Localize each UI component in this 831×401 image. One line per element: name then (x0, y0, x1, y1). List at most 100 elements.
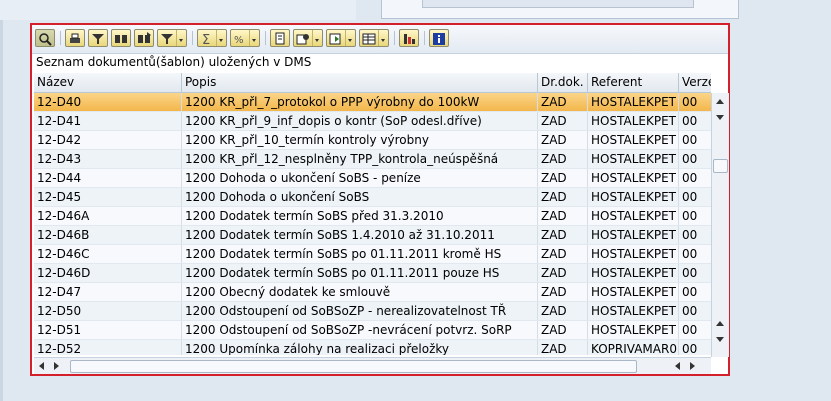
cell-drdok[interactable]: ZAD (538, 340, 588, 355)
cell-verze[interactable]: 00 (679, 169, 711, 187)
cell-referent[interactable]: HOSTALEKPET (588, 188, 679, 206)
cell-drdok[interactable]: ZAD (538, 226, 588, 244)
find-next-button[interactable] (134, 29, 154, 47)
cell-referent[interactable]: HOSTALEKPET (588, 283, 679, 301)
table-row[interactable]: 12-D40 1200 KR_přl_7_protokol o PPP výrob… (34, 93, 711, 112)
cell-verze[interactable]: 00 (679, 188, 711, 206)
cell-nazev[interactable]: 12-D51 (34, 321, 182, 339)
scroll-thumb[interactable] (713, 159, 728, 173)
cell-popis[interactable]: 1200 Upomínka zálohy na realizaci přelož… (182, 340, 538, 355)
scroll-down-icon[interactable] (716, 115, 724, 120)
scroll-thumb-horizontal[interactable] (70, 360, 637, 373)
table-row[interactable]: 12-D52 1200 Upomínka zálohy na realizaci … (34, 340, 711, 355)
cell-referent[interactable]: HOSTALEKPET (588, 169, 679, 187)
table-row[interactable]: 12-D43 1200 KR_přl_12_nesplněny TPP_kontr… (34, 150, 711, 169)
cell-drdok[interactable]: ZAD (538, 302, 588, 320)
cell-referent[interactable]: HOSTALEKPET (588, 302, 679, 320)
scroll-right-icon[interactable] (54, 362, 59, 370)
cell-popis[interactable]: 1200 Dodatek termín SoBS 1.4.2010 až 31.… (182, 226, 538, 244)
filter-button[interactable] (88, 29, 108, 47)
cell-drdok[interactable]: ZAD (538, 150, 588, 168)
cell-referent[interactable]: HOSTALEKPET (588, 226, 679, 244)
cell-verze[interactable]: 00 (679, 302, 711, 320)
cell-drdok[interactable]: ZAD (538, 283, 588, 301)
cell-verze[interactable]: 00 (679, 150, 711, 168)
cell-drdok[interactable]: ZAD (538, 131, 588, 149)
cell-verze[interactable]: 00 (679, 112, 711, 130)
cell-popis[interactable]: 1200 Dohoda o ukončení SoBS - peníze (182, 169, 538, 187)
cell-popis[interactable]: 1200 KR_přl_9_inf_dopis o kontr (SoP ode… (182, 112, 538, 130)
cell-referent[interactable]: HOSTALEKPET (588, 207, 679, 225)
sum-button[interactable]: Σ (197, 29, 227, 47)
table-row[interactable]: 12-D47 1200 Obecný dodatek ke smlouvě ZAD H… (34, 283, 711, 302)
cell-nazev[interactable]: 12-D46B (34, 226, 182, 244)
cell-popis[interactable]: 1200 Dodatek termín SoBS po 01.11.2011 p… (182, 264, 538, 282)
table-row[interactable]: 12-D46B 1200 Dodatek termín SoBS 1.4.2010… (34, 226, 711, 245)
cell-nazev[interactable]: 12-D46C (34, 245, 182, 263)
cell-nazev[interactable]: 12-D50 (34, 302, 182, 320)
cell-drdok[interactable]: ZAD (538, 188, 588, 206)
cell-verze[interactable]: 00 (679, 207, 711, 225)
scroll-right-end-icon[interactable] (690, 362, 695, 370)
top-right-scrollbar[interactable] (422, 0, 694, 8)
table-row[interactable]: 12-D46A 1200 Dodatek termín SoBS před 31.… (34, 207, 711, 226)
table-row[interactable]: 12-D50 1200 Odstoupení od SoBSoZP - nerea… (34, 302, 711, 321)
cell-nazev[interactable]: 12-D46A (34, 207, 182, 225)
cell-popis[interactable]: 1200 Dodatek termín SoBS před 31.3.2010 (182, 207, 538, 225)
cell-verze[interactable]: 00 (679, 93, 711, 111)
cell-nazev[interactable]: 12-D43 (34, 150, 182, 168)
cell-verze[interactable]: 00 (679, 131, 711, 149)
cell-referent[interactable]: HOSTALEKPET (588, 321, 679, 339)
cell-nazev[interactable]: 12-D52 (34, 340, 182, 355)
cell-nazev[interactable]: 12-D46D (34, 264, 182, 282)
table-row[interactable]: 12-D51 1200 Odstoupení od SoBSoZP -nevrác… (34, 321, 711, 340)
column-header-verze[interactable]: Verze (679, 73, 711, 92)
table-row[interactable]: 12-D44 1200 Dohoda o ukončení SoBS - pení… (34, 169, 711, 188)
column-header-popis[interactable]: Popis (182, 73, 538, 92)
scroll-up-icon[interactable] (716, 99, 724, 104)
cell-drdok[interactable]: ZAD (538, 169, 588, 187)
cell-nazev[interactable]: 12-D41 (34, 112, 182, 130)
cell-drdok[interactable]: ZAD (538, 112, 588, 130)
page-down-icon[interactable] (716, 337, 724, 342)
cell-popis[interactable]: 1200 Obecný dodatek ke smlouvě (182, 283, 538, 301)
export-button[interactable] (293, 29, 323, 47)
layout-button[interactable] (359, 29, 389, 47)
scroll-left-icon[interactable] (39, 362, 44, 370)
cell-popis[interactable]: 1200 KR_přl_12_nesplněny TPP_kontrola_ne… (182, 150, 538, 168)
find-button[interactable] (111, 29, 131, 47)
cell-referent[interactable]: HOSTALEKPET (588, 150, 679, 168)
cell-referent[interactable]: HOSTALEKPET (588, 93, 679, 111)
print-preview-button[interactable] (270, 29, 290, 47)
cell-drdok[interactable]: ZAD (538, 264, 588, 282)
cell-popis[interactable]: 1200 Dodatek termín SoBS po 01.11.2011 k… (182, 245, 538, 263)
column-header-drdok[interactable]: Dr.dok. (538, 73, 588, 92)
cell-referent[interactable]: HOSTALEKPET (588, 264, 679, 282)
cell-nazev[interactable]: 12-D45 (34, 188, 182, 206)
cell-verze[interactable]: 00 (679, 283, 711, 301)
cell-drdok[interactable]: ZAD (538, 321, 588, 339)
filter-dropdown-button[interactable] (157, 29, 187, 47)
horizontal-scrollbar[interactable] (34, 357, 711, 374)
cell-nazev[interactable]: 12-D44 (34, 169, 182, 187)
page-up-icon[interactable] (716, 321, 724, 326)
column-header-nazev[interactable]: Název (34, 73, 182, 92)
spreadsheet-button[interactable] (326, 29, 356, 47)
cell-popis[interactable]: 1200 KR_přl_10_termín kontroly výrobny (182, 131, 538, 149)
table-row[interactable]: 12-D45 1200 Dohoda o ukončení SoBS ZAD HOST… (34, 188, 711, 207)
cell-popis[interactable]: 1200 Odstoupení od SoBSoZP - nerealizova… (182, 302, 538, 320)
cell-verze[interactable]: 00 (679, 340, 711, 355)
cell-nazev[interactable]: 12-D40 (34, 93, 182, 111)
cell-verze[interactable]: 00 (679, 264, 711, 282)
cell-referent[interactable]: HOSTALEKPET (588, 245, 679, 263)
cell-popis[interactable]: 1200 KR_přl_7_protokol o PPP výrobny do … (182, 93, 538, 111)
column-header-referent[interactable]: Referent (588, 73, 679, 92)
cell-nazev[interactable]: 12-D47 (34, 283, 182, 301)
cell-referent[interactable]: HOSTALEKPET (588, 131, 679, 149)
cell-verze[interactable]: 00 (679, 226, 711, 244)
cell-drdok[interactable]: ZAD (538, 245, 588, 263)
cell-referent[interactable]: KOPRIVAMAR0 (588, 340, 679, 355)
table-row[interactable]: 12-D41 1200 KR_přl_9_inf_dopis o kontr (S… (34, 112, 711, 131)
cell-drdok[interactable]: ZAD (538, 207, 588, 225)
cell-verze[interactable]: 00 (679, 321, 711, 339)
